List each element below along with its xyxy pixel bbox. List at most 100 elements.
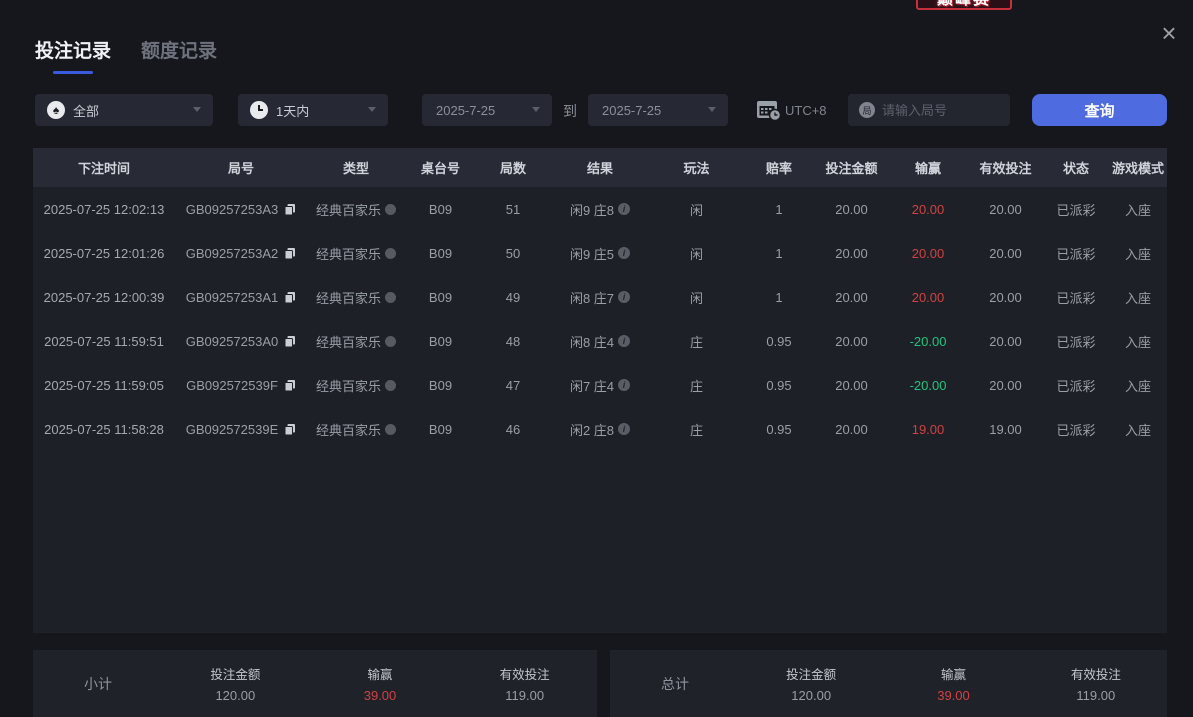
cell-bet-time: 2025-07-25 12:00:39	[33, 290, 175, 305]
cell-play: 闲	[650, 244, 743, 263]
cell-round-id: GB092572539F	[175, 378, 307, 393]
copy-icon[interactable]	[284, 247, 296, 260]
info-icon[interactable]: i	[618, 335, 630, 347]
cell-type: 经典百家乐	[307, 288, 405, 307]
copy-icon[interactable]	[284, 203, 296, 216]
cell-round-id: GB09257253A0	[175, 334, 307, 349]
info-icon[interactable]: i	[618, 379, 630, 391]
round-id-search: 局	[848, 94, 1010, 126]
copy-icon[interactable]	[284, 335, 296, 348]
game-type-icon	[385, 292, 396, 303]
col-header-bet-time: 下注时间	[33, 158, 175, 177]
cell-result: 闲8 庄7 i	[550, 288, 650, 307]
info-icon[interactable]: i	[618, 423, 630, 435]
date-to-picker[interactable]: 2025-7-25	[588, 94, 728, 126]
total-bet-amount: 投注金额 120.00	[740, 664, 882, 703]
game-type-value: 全部	[73, 101, 99, 120]
cell-table-no: B09	[405, 334, 476, 349]
cell-bet-amount: 20.00	[815, 202, 888, 217]
copy-icon[interactable]	[284, 379, 296, 392]
col-header-round-id: 局号	[175, 158, 307, 177]
cell-type: 经典百家乐	[307, 376, 405, 395]
spade-icon: ♠	[47, 101, 65, 119]
cell-status: 已派彩	[1043, 288, 1109, 307]
cell-valid-bet: 20.00	[968, 290, 1043, 305]
cell-table-no: B09	[405, 422, 476, 437]
cell-round: 50	[476, 246, 550, 261]
close-icon[interactable]: ×	[1157, 22, 1181, 46]
date-from-value: 2025-7-25	[436, 103, 495, 118]
col-header-odds: 赔率	[743, 158, 815, 177]
cell-play: 庄	[650, 420, 743, 439]
date-to-label: 到	[563, 101, 577, 121]
bet-records-modal: 巅峰赛 × 投注记录 额度记录 ♠ 全部 1天内 2025-7-25 到	[0, 0, 1193, 717]
bet-records-table: 下注时间 局号 类型 桌台号 局数 结果 玩法 赔率 投注金额 输赢 有效投注 …	[33, 148, 1167, 633]
time-range-select[interactable]: 1天内	[238, 94, 388, 126]
cell-odds: 0.95	[743, 378, 815, 393]
cell-round: 51	[476, 202, 550, 217]
table-header-row: 下注时间 局号 类型 桌台号 局数 结果 玩法 赔率 投注金额 输赢 有效投注 …	[33, 148, 1167, 187]
cell-win-loss: -20.00	[888, 378, 968, 393]
table-row: 2025-07-25 11:59:51 GB09257253A0 经典百家乐 B…	[33, 319, 1167, 363]
cell-bet-amount: 20.00	[815, 334, 888, 349]
query-button[interactable]: 查询	[1032, 94, 1167, 126]
info-icon[interactable]: i	[618, 203, 630, 215]
total-valid-bet: 有效投注 119.00	[1025, 664, 1167, 703]
timezone-label: UTC+8	[785, 103, 827, 118]
cell-valid-bet: 19.00	[968, 422, 1043, 437]
info-icon[interactable]: i	[618, 247, 630, 259]
subtotal-valid-bet: 有效投注 119.00	[452, 664, 597, 703]
col-header-play: 玩法	[650, 158, 743, 177]
table-row: 2025-07-25 12:02:13 GB09257253A3 经典百家乐 B…	[33, 187, 1167, 231]
table-row: 2025-07-25 12:00:39 GB09257253A1 经典百家乐 B…	[33, 275, 1167, 319]
cell-result: 闲9 庄8 i	[550, 200, 650, 219]
cell-result: 闲7 庄4 i	[550, 376, 650, 395]
cell-type: 经典百家乐	[307, 420, 405, 439]
info-icon[interactable]: i	[618, 291, 630, 303]
cell-status: 已派彩	[1043, 332, 1109, 351]
game-type-icon	[385, 424, 396, 435]
timezone-indicator[interactable]: UTC+8	[756, 98, 827, 122]
date-to-value: 2025-7-25	[602, 103, 661, 118]
table-body: 2025-07-25 12:02:13 GB09257253A3 经典百家乐 B…	[33, 187, 1167, 451]
total-title: 总计	[610, 674, 740, 694]
cell-table-no: B09	[405, 246, 476, 261]
col-header-status: 状态	[1043, 158, 1109, 177]
tab-quota-records-label: 额度记录	[141, 41, 217, 62]
cell-type: 经典百家乐	[307, 244, 405, 263]
date-from-picker[interactable]: 2025-7-25	[422, 94, 552, 126]
copy-icon[interactable]	[284, 423, 296, 436]
tab-bet-records[interactable]: 投注记录	[35, 36, 111, 74]
cell-win-loss: -20.00	[888, 334, 968, 349]
cell-result: 闲8 庄4 i	[550, 332, 650, 351]
chevron-down-icon	[193, 107, 201, 112]
col-header-result: 结果	[550, 158, 650, 177]
cell-bet-amount: 20.00	[815, 422, 888, 437]
cell-status: 已派彩	[1043, 244, 1109, 263]
cell-round-id: GB092572539E	[175, 422, 307, 437]
game-type-select[interactable]: ♠ 全部	[35, 94, 213, 126]
active-tab-underline	[53, 71, 93, 74]
filter-bar: ♠ 全部 1天内 2025-7-25 到 2025-7-25	[0, 94, 1193, 126]
chevron-down-icon	[532, 107, 540, 112]
cell-odds: 1	[743, 290, 815, 305]
col-header-win-loss: 输赢	[888, 158, 968, 177]
cell-bet-amount: 20.00	[815, 290, 888, 305]
cell-bet-time: 2025-07-25 12:01:26	[33, 246, 175, 261]
cell-status: 已派彩	[1043, 420, 1109, 439]
cell-bet-amount: 20.00	[815, 246, 888, 261]
brand-logo: 巅峰赛	[916, 0, 1012, 10]
tab-quota-records[interactable]: 额度记录	[141, 36, 217, 74]
cell-valid-bet: 20.00	[968, 246, 1043, 261]
clock-icon	[250, 101, 268, 119]
cell-valid-bet: 20.00	[968, 334, 1043, 349]
subtotal-bet-amount: 投注金额 120.00	[163, 664, 308, 703]
game-type-icon	[385, 380, 396, 391]
cell-win-loss: 20.00	[888, 246, 968, 261]
cell-win-loss: 19.00	[888, 422, 968, 437]
copy-icon[interactable]	[284, 291, 296, 304]
cell-table-no: B09	[405, 290, 476, 305]
game-type-icon	[385, 248, 396, 259]
cell-result: 闲2 庄8 i	[550, 420, 650, 439]
round-id-input[interactable]	[882, 103, 997, 118]
